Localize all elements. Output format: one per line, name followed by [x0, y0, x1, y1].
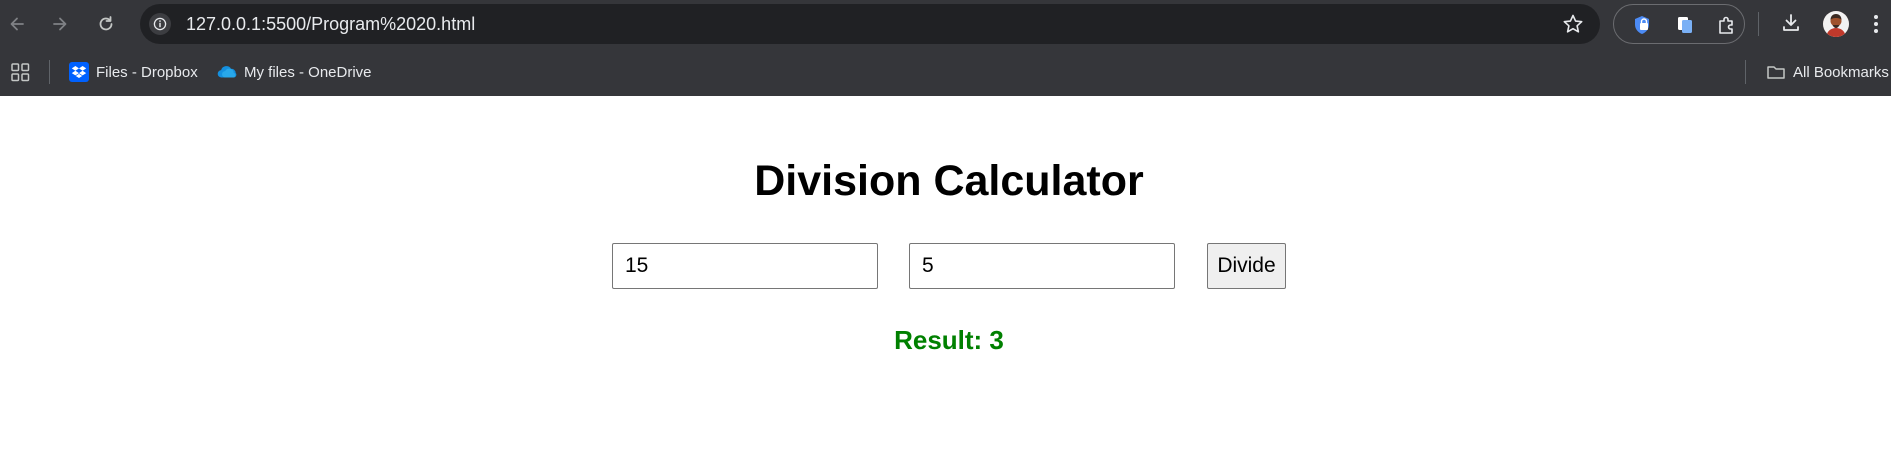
divide-button[interactable]: Divide: [1207, 243, 1286, 289]
forward-arrow-icon: [53, 17, 67, 31]
site-info-icon[interactable]: [149, 13, 171, 35]
address-bar[interactable]: 127.0.0.1:5500/Program%2020.html: [140, 4, 1600, 44]
reload-icon: [99, 16, 113, 31]
puzzle-extensions-icon[interactable]: [1716, 14, 1738, 36]
bookmarks-bar: Files - Dropbox My files - OneDrive All …: [0, 48, 1891, 96]
bookmark-star-icon[interactable]: [1562, 13, 1584, 35]
page-content: Division Calculator Divide Result: 3: [0, 96, 1891, 470]
back-arrow-icon: [10, 17, 24, 31]
profile-avatar[interactable]: [1823, 11, 1849, 37]
toolbar-divider: [1758, 12, 1759, 36]
url-text[interactable]: 127.0.0.1:5500/Program%2020.html: [186, 14, 475, 34]
all-bookmarks-button[interactable]: All Bookmarks: [1766, 60, 1889, 84]
bookmark-label: Files - Dropbox: [96, 63, 198, 81]
reload-button[interactable]: [92, 10, 120, 38]
result-text: Result: 3: [894, 325, 1004, 355]
bookmarks-divider: [49, 60, 50, 84]
divisor-input[interactable]: [909, 243, 1175, 289]
apps-grid-icon[interactable]: [11, 63, 30, 82]
all-bookmarks-label: All Bookmarks: [1793, 63, 1889, 81]
browser-toolbar: 127.0.0.1:5500/Program%2020.html: [0, 0, 1891, 48]
dividend-input[interactable]: [612, 243, 878, 289]
bookmark-dropbox[interactable]: Files - Dropbox: [69, 60, 198, 84]
page-title: Division Calculator: [754, 157, 1144, 205]
back-button[interactable]: [3, 10, 31, 38]
onedrive-icon: [217, 66, 237, 78]
copy-extension-icon[interactable]: [1674, 14, 1696, 36]
download-icon[interactable]: [1780, 12, 1802, 34]
bookmark-onedrive[interactable]: My files - OneDrive: [217, 60, 372, 84]
forward-button[interactable]: [46, 10, 74, 38]
shield-extension-icon[interactable]: [1631, 14, 1653, 36]
bookmark-label: My files - OneDrive: [244, 63, 372, 81]
bookmarks-divider: [1745, 60, 1746, 84]
more-menu-icon[interactable]: [1872, 13, 1880, 35]
folder-icon: [1767, 66, 1785, 79]
dropbox-icon: [69, 62, 89, 82]
extensions-group: [1613, 4, 1745, 44]
